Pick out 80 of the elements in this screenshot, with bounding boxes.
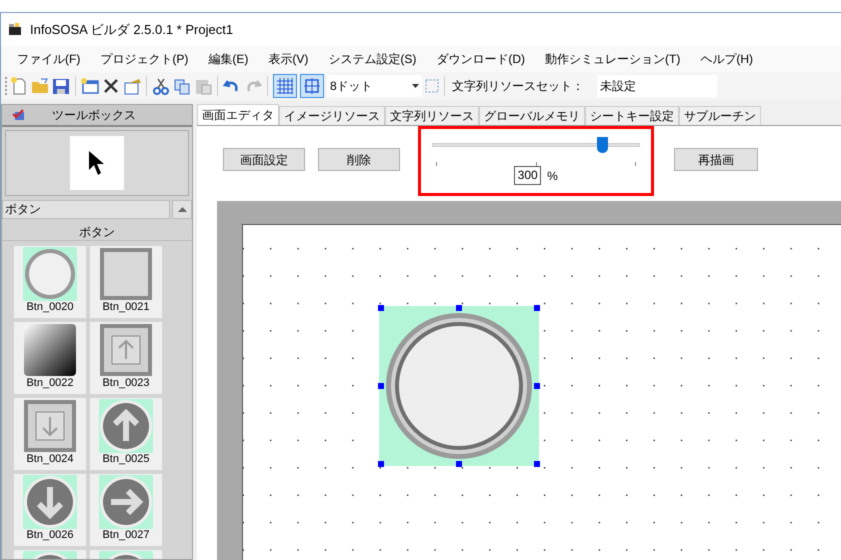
tab[interactable]: グローバルメモリ: [479, 106, 585, 125]
item-label: Btn_0024: [26, 453, 74, 466]
menu-item[interactable]: ダウンロード(D): [436, 50, 525, 68]
zoom-slider-thumb[interactable]: [597, 137, 608, 153]
scissors-icon[interactable]: [152, 77, 170, 95]
checklist-icon: [12, 109, 26, 121]
toolbox-item[interactable]: Btn_0022: [14, 322, 86, 394]
save-icon[interactable]: [52, 77, 70, 95]
menu-item[interactable]: 表示(V): [268, 50, 308, 68]
collapse-button[interactable]: [172, 200, 192, 218]
new-window-icon[interactable]: [81, 77, 99, 95]
square-button-icon: [99, 247, 153, 301]
window-title: InfoSOSA ビルダ 2.5.0.1 * Project1: [30, 20, 234, 39]
menu-item[interactable]: ファイル(F): [17, 50, 80, 68]
toolbox-item[interactable]: Btn_0024: [14, 398, 86, 470]
selection-handle[interactable]: [456, 461, 462, 467]
grid-toggle-button[interactable]: [273, 74, 297, 98]
item-label: Btn_0022: [26, 377, 74, 390]
grid-icon: [276, 77, 294, 95]
round-button-widget[interactable]: [379, 306, 539, 466]
toolbar-button[interactable]: 画面設定: [223, 148, 305, 171]
grid-size-dropdown[interactable]: 8ドット: [327, 75, 422, 97]
tab[interactable]: イメージリソース: [279, 106, 385, 125]
selection-handle[interactable]: [534, 383, 540, 389]
category-dropdown[interactable]: ボタン: [2, 200, 170, 218]
tab[interactable]: 文字列リソース: [385, 106, 479, 125]
up-arrow-circle-icon: [99, 399, 153, 453]
redraw-button[interactable]: 再描画: [674, 148, 758, 171]
selection-handle[interactable]: [534, 305, 540, 311]
toolbox-item[interactable]: Btn_0021: [90, 246, 162, 318]
ring-button-icon: [23, 247, 77, 301]
toolbar-button[interactable]: 削除: [318, 148, 400, 171]
selection-handle[interactable]: [456, 305, 462, 311]
folder-icon[interactable]: [31, 77, 49, 95]
percent-label: %: [547, 168, 558, 184]
toolbox-title: ツールボックス: [51, 107, 137, 124]
menu-item[interactable]: 動作シミュレーション(T): [545, 50, 680, 68]
up-arrow-square-icon: [99, 323, 153, 377]
menu-item[interactable]: ヘルプ(H): [700, 50, 753, 68]
up-caret-icon: [178, 206, 186, 212]
snap-icon: [303, 77, 321, 95]
tab[interactable]: サブルーチン: [679, 106, 761, 125]
selection-handle[interactable]: [378, 383, 384, 389]
selection-handle[interactable]: [534, 461, 540, 467]
item-label: Btn_0026: [26, 529, 74, 542]
toolbox-item[interactable]: Btn_0025: [90, 398, 162, 470]
toolbox-item[interactable]: Btn_0023: [90, 322, 162, 394]
menu-item[interactable]: 編集(E): [208, 50, 248, 68]
tab[interactable]: シートキー設定: [585, 106, 679, 125]
selection-handle[interactable]: [378, 305, 384, 311]
resource-set-value: 未設定: [597, 75, 717, 97]
tab[interactable]: 画面エディタ: [197, 104, 279, 125]
item-label: Btn_0021: [102, 301, 150, 314]
zoom-slider[interactable]: [429, 136, 643, 154]
cursor-icon: [88, 150, 106, 176]
resource-set-label: 文字列リソースセット：: [452, 78, 584, 95]
item-label: Btn_0025: [102, 453, 150, 466]
dropdown-caret-icon: [412, 84, 419, 88]
app-icon: [8, 23, 22, 36]
toolbox-item[interactable]: Btn_0026: [14, 474, 86, 546]
menu-item[interactable]: システム設定(S): [328, 50, 416, 68]
gradient-square-icon: [23, 323, 77, 377]
grid-toggle-button[interactable]: [300, 74, 324, 98]
item-label: Btn_0020: [26, 301, 74, 314]
toolbox-item[interactable]: Btn_0027: [90, 474, 162, 546]
copy-icon[interactable]: [173, 77, 191, 95]
down-arrow-circle-icon: [23, 475, 77, 529]
pointer-tool[interactable]: [70, 136, 124, 190]
selection-handle[interactable]: [378, 461, 384, 467]
right-arrow-circle-icon: [99, 475, 153, 529]
item-label: Btn_0023: [102, 377, 150, 390]
dashed-square-icon[interactable]: [425, 79, 439, 93]
new-file-icon[interactable]: [10, 77, 28, 95]
item-label: Btn_0027: [102, 529, 150, 542]
down-arrow-square-icon: [23, 399, 77, 453]
properties-icon[interactable]: [123, 77, 141, 95]
close-icon[interactable]: [102, 77, 120, 95]
toolbox-item[interactable]: Btn_0020: [14, 246, 86, 318]
zoom-input[interactable]: 300: [514, 166, 542, 185]
menu-item[interactable]: プロジェクト(P): [100, 50, 188, 68]
